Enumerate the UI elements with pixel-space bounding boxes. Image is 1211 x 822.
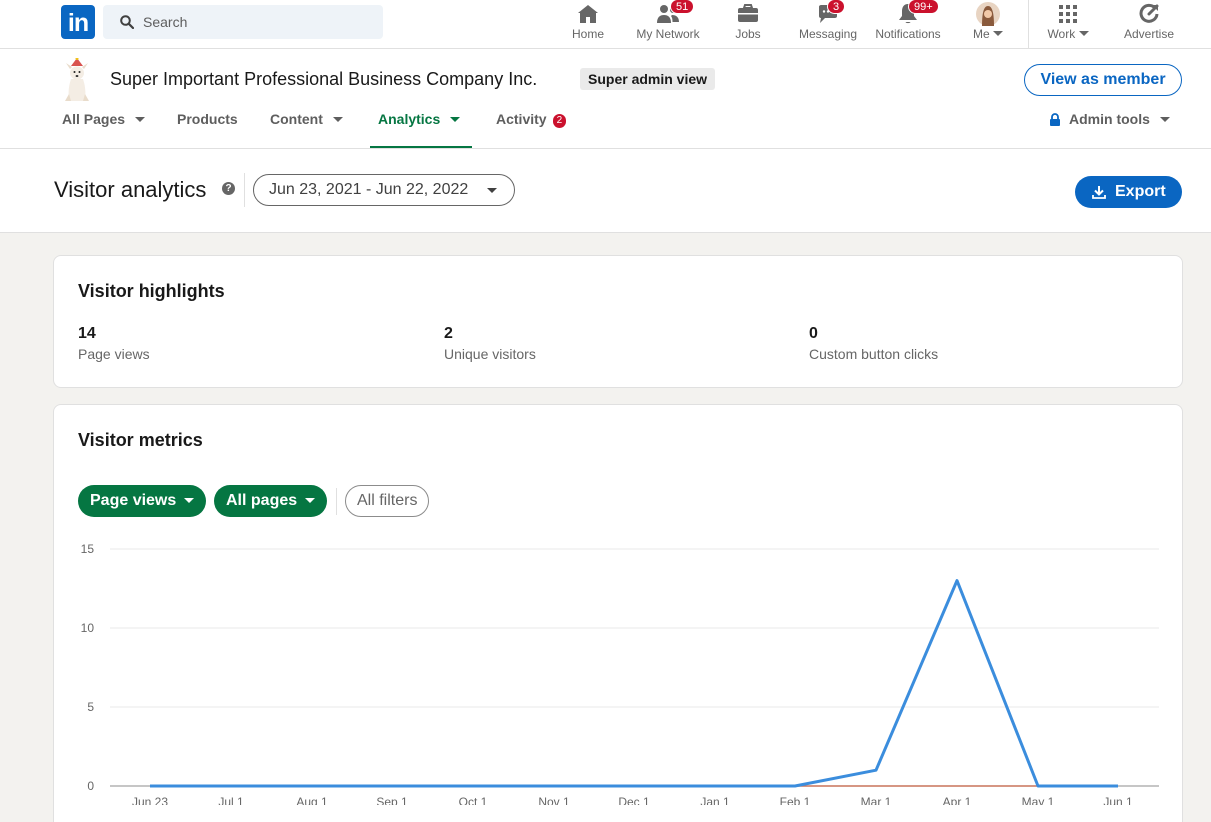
highlight-page-views: 14 Page views <box>78 325 150 362</box>
chevron-down-icon <box>487 188 497 193</box>
x-tick-label: Apr 1 <box>943 795 972 805</box>
chevron-down-icon <box>450 117 461 122</box>
metric-dropdown[interactable]: Page views <box>78 485 207 517</box>
advertise-icon <box>1139 3 1159 23</box>
date-range-dropdown[interactable]: Jun 23, 2021 - Jun 22, 2022 <box>253 174 515 206</box>
x-tick-label: Jul 1 <box>218 795 244 805</box>
tab-activity[interactable]: Activity 2 <box>496 111 567 148</box>
chevron-down-icon <box>135 117 146 122</box>
metrics-title: Visitor metrics <box>78 430 203 450</box>
lock-icon <box>1050 113 1060 126</box>
chevron-down-icon <box>1159 117 1170 122</box>
nav-advertise[interactable]: Advertise <box>1116 0 1182 48</box>
x-tick-label: Mar 1 <box>861 795 892 805</box>
tab-products[interactable]: Products <box>177 111 238 148</box>
x-tick-label: Jan 1 <box>700 795 730 805</box>
x-tick-label: Oct 1 <box>459 795 488 805</box>
nav-messaging-label: Messaging <box>798 27 858 41</box>
nav-my-network[interactable]: 51 My Network <box>630 0 706 48</box>
x-tick-label: Jun 23 <box>132 795 168 805</box>
chevron-down-icon <box>1078 31 1089 36</box>
visitor-metrics-card: Visitor metrics Page views All pages All… <box>53 404 1183 822</box>
x-axis: Jun 23 Jul 1 Aug 1 Sep 1 Oct 1 Nov 1 Dec 1 Jan … <box>132 795 1133 805</box>
super-admin-badge: Super admin view <box>580 68 716 90</box>
chevron-down-icon <box>332 117 343 122</box>
x-tick-label: Aug 1 <box>296 795 328 805</box>
highlight-label: Page views <box>78 346 150 362</box>
tab-analytics[interactable]: Analytics <box>370 111 472 148</box>
notifications-badge: 99+ <box>908 0 939 14</box>
search-input[interactable] <box>143 5 373 39</box>
highlight-label: Unique visitors <box>444 346 536 362</box>
chevron-down-icon <box>305 498 316 503</box>
highlight-label: Custom button clicks <box>809 346 939 362</box>
y-tick-label: 15 <box>81 542 95 556</box>
x-tick-label: Sep 1 <box>376 795 408 805</box>
help-icon[interactable]: ? <box>222 182 235 195</box>
highlight-value: 0 <box>809 325 818 342</box>
y-tick-label: 10 <box>81 621 95 635</box>
search-box[interactable] <box>103 5 383 39</box>
filter-divider <box>336 488 337 515</box>
nav-work[interactable]: Work <box>1040 0 1096 48</box>
nav-jobs-label: Jobs <box>735 27 761 41</box>
x-tick-label: Nov 1 <box>538 795 570 805</box>
nav-work-label: Work <box>1040 27 1096 41</box>
pages-dropdown[interactable]: All pages <box>214 485 328 517</box>
visitor-highlights-card: Visitor highlights 14 Page views 2 Uniqu… <box>53 255 1183 388</box>
company-name: Super Important Professional Business Co… <box>110 69 538 89</box>
company-logo-icon[interactable] <box>59 58 95 102</box>
series-line-0 <box>150 579 1118 788</box>
highlight-value: 14 <box>78 325 96 342</box>
messaging-badge: 3 <box>827 0 846 14</box>
search-icon <box>120 15 134 29</box>
nav-notifications[interactable]: 99+ Notifications <box>870 0 946 48</box>
view-as-member-button[interactable]: View as member <box>1024 64 1182 96</box>
nav-notifications-label: Notifications <box>875 27 941 41</box>
nav-home[interactable]: Home <box>562 0 614 48</box>
x-tick-label: Feb 1 <box>780 795 811 805</box>
nav-me[interactable]: Me <box>962 0 1014 48</box>
download-icon <box>1092 186 1106 199</box>
home-icon <box>578 5 598 23</box>
highlights-title: Visitor highlights <box>78 281 225 301</box>
tab-content[interactable]: Content <box>270 111 343 148</box>
tab-all-pages[interactable]: All Pages <box>62 111 146 148</box>
chart-series <box>150 579 1118 788</box>
y-tick-label: 0 <box>87 779 94 793</box>
y-tick-label: 5 <box>87 700 94 714</box>
nav-my-network-label: My Network <box>636 27 700 41</box>
chart-grid <box>110 548 1159 787</box>
nav-divider <box>1028 0 1029 48</box>
nav-advertise-label: Advertise <box>1123 27 1175 41</box>
y-axis: 0 5 10 15 <box>81 542 95 793</box>
nav-home-label: Home <box>571 27 604 41</box>
x-tick-label: Dec 1 <box>618 795 650 805</box>
highlight-custom-button-clicks: 0 Custom button clicks <box>809 325 938 362</box>
nav-messaging[interactable]: 3 Messaging <box>794 0 862 48</box>
visitor-metrics-chart: 0 5 10 15 Jun 23 Jul 1 Aug 1 Sep 1 Oct 1 Nov 1 De… <box>81 542 1159 805</box>
company-header: Super Important Professional Business Co… <box>0 49 1211 149</box>
grid-icon <box>1059 5 1077 23</box>
nav-jobs[interactable]: Jobs <box>722 0 774 48</box>
briefcase-icon <box>738 4 758 22</box>
tab-admin-tools[interactable]: Admin tools <box>1049 111 1170 148</box>
divider <box>244 173 245 207</box>
highlight-value: 2 <box>444 325 453 342</box>
nav-me-label: Me <box>962 27 1014 41</box>
global-nav: in Home 51 My Network Jobs 3 Messaging 9… <box>0 0 1211 49</box>
chevron-down-icon <box>184 498 195 503</box>
chevron-down-icon <box>993 31 1003 36</box>
x-tick-label: May 1 <box>1022 795 1055 805</box>
avatar-icon <box>976 2 1000 26</box>
analytics-title-bar: Visitor analytics ? Jun 23, 2021 - Jun 2… <box>0 149 1211 233</box>
network-badge: 51 <box>670 0 695 14</box>
all-filters-button[interactable]: All filters <box>345 485 430 517</box>
linkedin-logo-icon[interactable]: in <box>61 5 95 39</box>
page-title: Visitor analytics <box>54 177 207 202</box>
activity-count-badge: 2 <box>552 114 567 128</box>
highlight-unique-visitors: 2 Unique visitors <box>444 325 536 362</box>
x-tick-label: Jun 1 <box>1103 795 1133 805</box>
export-button[interactable]: Export <box>1075 176 1182 208</box>
